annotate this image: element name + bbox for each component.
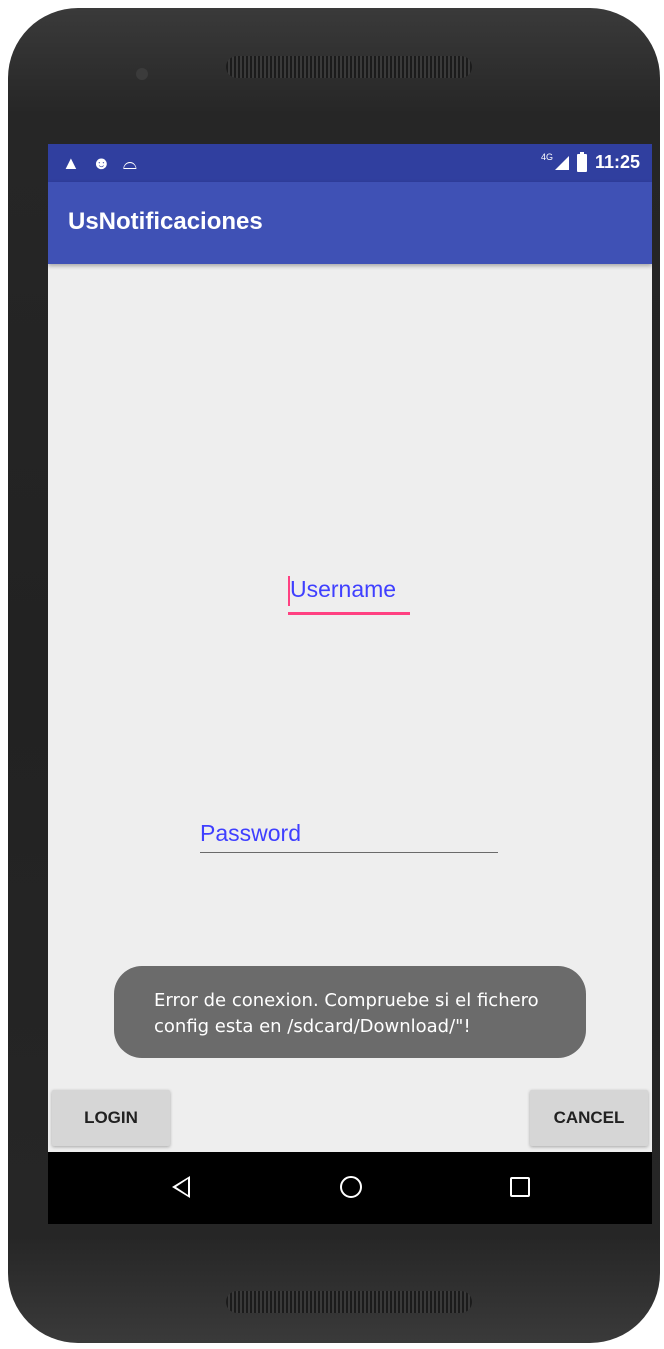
app-bar: UsNotificaciones — [48, 182, 652, 264]
battery-icon — [576, 151, 587, 172]
cancel-button[interactable]: CANCEL — [530, 1090, 648, 1146]
error-toast: Error de conexion. Compruebe si el fiche… — [114, 966, 586, 1058]
recent-apps-icon[interactable] — [510, 1177, 530, 1197]
username-hint: Username — [290, 576, 397, 602]
network-type-label: 4G — [540, 151, 553, 162]
home-icon[interactable] — [340, 1176, 362, 1198]
password-input[interactable]: Password — [200, 820, 498, 853]
device-screen: ▲ ☻ ⌓ 4G 11:25 UsNotificaciones Username… — [48, 144, 652, 1224]
status-time: 11:25 — [594, 152, 640, 172]
app-title: UsNotificaciones — [68, 208, 263, 235]
top-speaker-grille — [226, 56, 472, 78]
warning-icon: ▲ — [62, 153, 80, 173]
front-camera — [136, 68, 148, 80]
username-input[interactable]: Username — [288, 574, 410, 615]
navigation-bar — [48, 1152, 652, 1224]
phone-frame: ▲ ☻ ⌓ 4G 11:25 UsNotificaciones Username… — [8, 8, 660, 1343]
password-hint: Password — [200, 820, 301, 846]
debug-icon: ☻ — [91, 153, 111, 173]
signal-icon — [554, 155, 569, 170]
back-icon[interactable] — [172, 1176, 190, 1198]
status-bar: ▲ ☻ ⌓ 4G 11:25 — [48, 144, 652, 182]
bottom-speaker-grille — [226, 1291, 472, 1313]
missed-call-icon: ⌓ — [122, 153, 138, 173]
toast-message: Error de conexion. Compruebe si el fiche… — [154, 990, 539, 1037]
login-button[interactable]: LOGIN — [52, 1090, 170, 1146]
